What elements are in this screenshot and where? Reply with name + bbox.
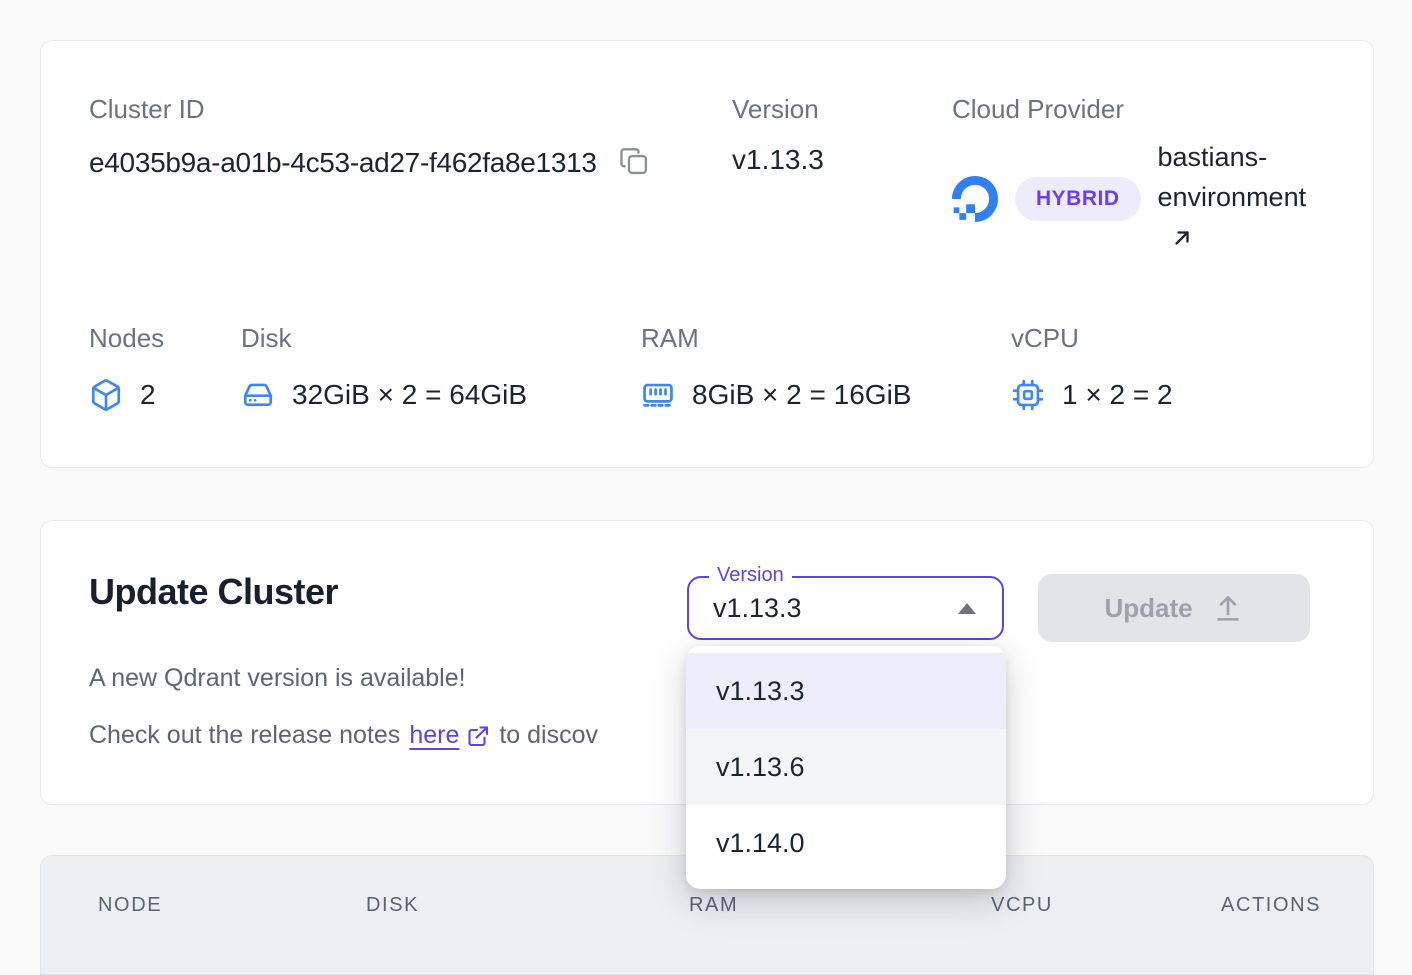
- version-option-1[interactable]: v1.13.3: [686, 653, 1006, 729]
- version-value: v1.13.3: [732, 144, 824, 176]
- table-header-vcpu: VCPU: [991, 894, 1053, 917]
- disk-label: Disk: [241, 323, 527, 354]
- update-message: A new Qdrant version is available!: [89, 664, 466, 693]
- table-header-node: NODE: [98, 894, 162, 917]
- release-notes-suffix: to discov: [499, 721, 598, 750]
- cluster-id-label: Cluster ID: [89, 94, 205, 124]
- vcpu-label: vCPU: [1011, 323, 1173, 354]
- environment-name: bastians-environment: [1158, 142, 1307, 212]
- version-dropdown-menu: v1.13.3 v1.13.6 v1.14.0: [686, 646, 1006, 889]
- cluster-id-value: e4035b9a-a01b-4c53-ad27-f462fa8e1313: [89, 147, 597, 179]
- nodes-label: Nodes: [89, 323, 164, 354]
- disk-value: 32GiB × 2 = 64GiB: [292, 379, 527, 411]
- ram-label: RAM: [641, 323, 911, 354]
- version-option-2[interactable]: v1.13.6: [686, 729, 1006, 805]
- update-cluster-title: Update Cluster: [89, 571, 338, 613]
- release-notes-link[interactable]: here: [409, 721, 490, 750]
- copy-cluster-id-button[interactable]: [617, 144, 651, 181]
- stat-ram: RAM 8GiB × 2 = 16GiB: [641, 323, 911, 412]
- stat-nodes: Nodes 2: [89, 323, 164, 412]
- hard-drive-icon: [241, 378, 275, 412]
- release-notes-link-text: here: [409, 721, 459, 750]
- update-button[interactable]: Update: [1038, 574, 1310, 642]
- cluster-id-row: e4035b9a-a01b-4c53-ad27-f462fa8e1313: [89, 144, 651, 181]
- cube-icon: [89, 378, 123, 412]
- version-select-label: Version: [709, 564, 792, 587]
- release-notes-line: Check out the release notes here to disc…: [89, 721, 598, 750]
- copy-icon: [619, 146, 649, 179]
- table-header-actions: ACTIONS: [1221, 894, 1321, 917]
- cpu-icon: [1011, 378, 1045, 412]
- update-button-label: Update: [1104, 593, 1192, 624]
- stat-disk: Disk 32GiB × 2 = 64GiB: [241, 323, 527, 412]
- cloud-provider-label: Cloud Provider: [952, 94, 1124, 124]
- hybrid-badge: HYBRID: [1015, 177, 1141, 221]
- table-header-disk: DISK: [366, 894, 419, 917]
- memory-icon: [641, 378, 675, 412]
- cloud-provider-row: HYBRID bastians-environment: [952, 137, 1336, 261]
- version-select-value: v1.13.3: [713, 593, 802, 624]
- version-label: Version: [732, 94, 819, 124]
- digitalocean-logo: [952, 176, 998, 222]
- nodes-value: 2: [140, 379, 156, 411]
- table-header-ram: RAM: [689, 894, 738, 917]
- arrow-up-right-icon: [1170, 221, 1336, 261]
- environment-link[interactable]: bastians-environment: [1158, 137, 1336, 261]
- cluster-overview-card: Cluster ID e4035b9a-a01b-4c53-ad27-f462f…: [40, 40, 1374, 468]
- caret-up-icon: [958, 603, 976, 614]
- version-select[interactable]: Version v1.13.3: [687, 576, 1004, 640]
- upload-icon: [1212, 592, 1244, 624]
- cluster-detail-page: { "colors": { "accent_purple": "#5d43e8"…: [0, 0, 1412, 934]
- stat-vcpu: vCPU 1 × 2 = 2: [1011, 323, 1173, 412]
- external-link-icon: [466, 724, 490, 748]
- release-notes-prefix: Check out the release notes: [89, 721, 400, 750]
- version-option-3[interactable]: v1.14.0: [686, 805, 1006, 881]
- ram-value: 8GiB × 2 = 16GiB: [692, 379, 911, 411]
- vcpu-value: 1 × 2 = 2: [1062, 379, 1173, 411]
